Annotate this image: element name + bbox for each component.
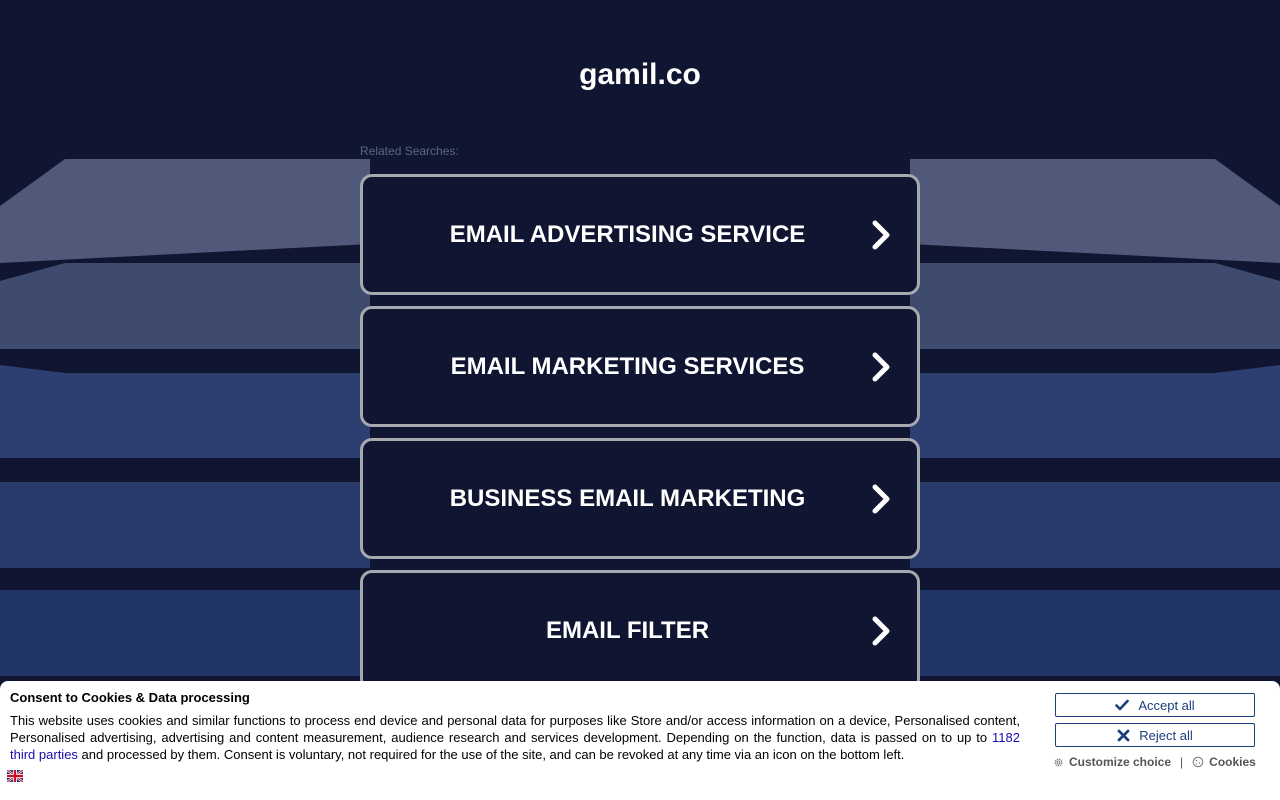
link-separator: |	[1180, 755, 1184, 769]
gear-icon	[1054, 758, 1063, 766]
consent-secondary-links: Customize choice | Cookies	[1053, 755, 1263, 769]
chevron-right-icon	[872, 484, 890, 513]
uk-flag-icon[interactable]	[7, 770, 23, 782]
site-title: gamil.co	[579, 58, 701, 91]
customize-choice-label: Customize choice	[1069, 755, 1172, 769]
search-link-email-marketing-services[interactable]: EMAIL MARKETING SERVICES	[360, 306, 920, 427]
chevron-right-icon	[872, 352, 890, 381]
search-link-label: BUSINESS EMAIL MARKETING	[449, 484, 806, 512]
consent-text: This website uses cookies and similar fu…	[10, 712, 1020, 763]
consent-text-after: and processed by them. Consent is volunt…	[77, 747, 905, 762]
cookie-consent-banner: Consent to Cookies & Data processing Thi…	[0, 681, 1280, 800]
related-searches-list: EMAIL ADVERTISING SERVICE EMAIL MARKETIN…	[360, 174, 920, 702]
search-link-email-advertising-service[interactable]: EMAIL ADVERTISING SERVICE	[360, 174, 920, 295]
search-link-label: EMAIL ADVERTISING SERVICE	[449, 220, 806, 248]
accept-all-button[interactable]: Accept all	[1055, 693, 1255, 717]
x-icon	[1117, 729, 1130, 741]
consent-title: Consent to Cookies & Data processing	[10, 690, 250, 705]
cookies-label: Cookies	[1209, 755, 1256, 769]
chevron-right-icon	[872, 616, 890, 645]
consent-text-before: This website uses cookies and similar fu…	[10, 713, 1020, 745]
accept-all-label: Accept all	[1138, 697, 1195, 713]
reject-all-label: Reject all	[1139, 727, 1193, 743]
search-link-label: EMAIL MARKETING SERVICES	[450, 352, 805, 380]
cookie-icon	[1192, 756, 1204, 768]
chevron-right-icon	[872, 220, 890, 249]
cookies-link[interactable]: Cookies	[1192, 755, 1256, 769]
search-link-label: EMAIL FILTER	[545, 616, 710, 644]
customize-choice-link[interactable]: Customize choice	[1053, 755, 1171, 769]
related-searches-label: Related Searches:	[360, 144, 459, 158]
search-link-business-email-marketing[interactable]: BUSINESS EMAIL MARKETING	[360, 438, 920, 559]
reject-all-button[interactable]: Reject all	[1055, 723, 1255, 747]
check-icon	[1115, 699, 1130, 711]
search-link-email-filter[interactable]: EMAIL FILTER	[360, 570, 920, 691]
